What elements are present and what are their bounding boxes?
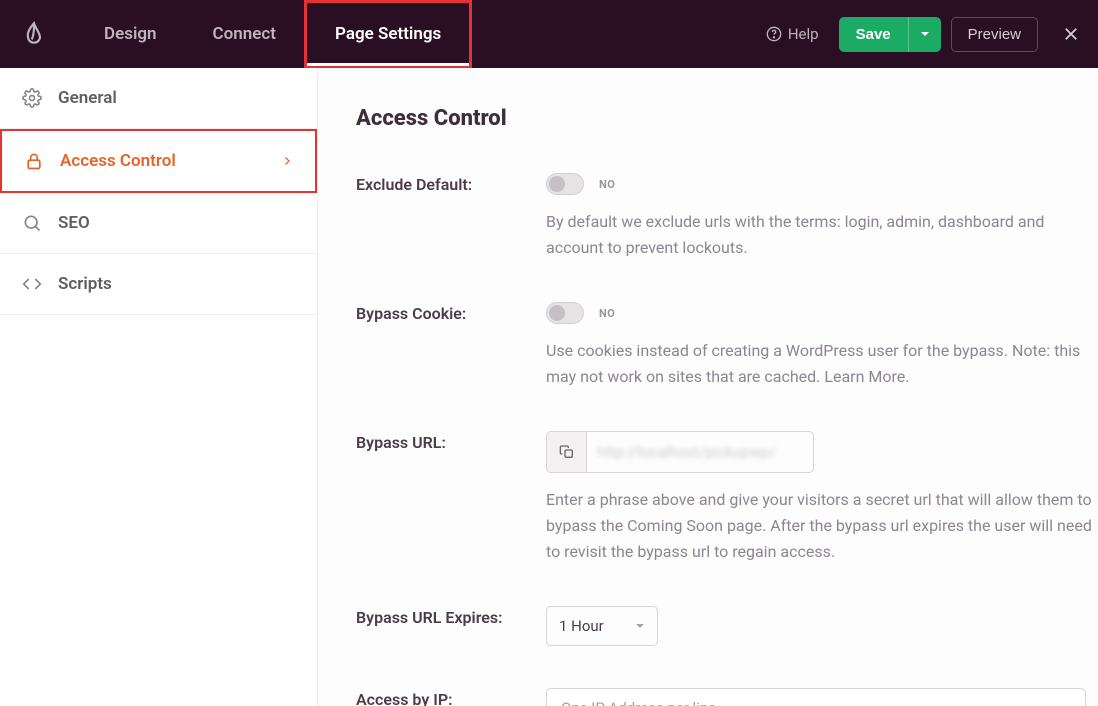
toggle-state-label: NO [599,307,615,320]
setting-bypass-cookie: Bypass Cookie: NO Use cookies instead of… [356,302,1098,389]
setting-label: Exclude Default: [356,173,546,260]
copy-url-button[interactable] [547,432,587,472]
code-icon [22,274,42,294]
help-link[interactable]: Help [766,25,819,43]
sidebar-item-label: Scripts [58,274,112,294]
sidebar-item-scripts[interactable]: Scripts [0,254,317,315]
helper-text: Enter a phrase above and give your visit… [546,487,1098,564]
caret-down-icon [635,621,645,631]
lock-icon [24,151,44,171]
setting-label: Bypass Cookie: [356,302,546,389]
nav-tab-design[interactable]: Design [76,0,185,68]
sidebar: General Access Control SEO [0,68,318,706]
access-ip-textarea[interactable] [546,688,1086,706]
top-right-actions: Help Save Preview [766,17,1086,52]
setting-label: Bypass URL: [356,431,546,564]
sidebar-item-label: General [58,88,117,108]
nav-tab-page-settings[interactable]: Page Settings [304,0,472,68]
setting-access-by-ip: Access by IP: [356,688,1098,706]
save-dropdown-button[interactable] [908,17,941,52]
layout: General Access Control SEO [0,68,1098,706]
setting-bypass-url: Bypass URL: http://localhost/pickupwp/ E… [356,431,1098,564]
sidebar-item-seo[interactable]: SEO [0,193,317,254]
helper-text: By default we exclude urls with the term… [546,209,1098,260]
bypass-expires-select[interactable]: 1 Hour [546,606,658,646]
setting-exclude-default: Exclude Default: NO By default we exclud… [356,173,1098,260]
nav-tab-connect[interactable]: Connect [185,0,304,68]
bypass-url-box: http://localhost/pickupwp/ [546,431,814,473]
nav-tabs: Design Connect Page Settings [76,0,472,68]
helper-text: Use cookies instead of creating a WordPr… [546,338,1098,389]
bypass-url-value: http://localhost/pickupwp/ [587,443,813,461]
setting-label: Access by IP: [356,688,546,706]
toggle-state-label: NO [599,178,615,191]
bypass-cookie-toggle[interactable] [546,302,584,324]
help-label: Help [788,25,819,43]
setting-label: Bypass URL Expires: [356,606,546,646]
select-value: 1 Hour [559,617,604,635]
exclude-default-toggle[interactable] [546,173,584,195]
preview-button[interactable]: Preview [951,17,1038,52]
setting-bypass-expires: Bypass URL Expires: 1 Hour [356,606,1098,646]
copy-icon [559,444,575,460]
save-button-group: Save [839,17,941,52]
top-bar: Design Connect Page Settings Help Save P… [0,0,1098,68]
search-icon [22,213,42,233]
chevron-right-icon [281,155,293,167]
sidebar-item-access-control[interactable]: Access Control [0,129,317,193]
app-logo [14,21,54,47]
help-icon [766,26,782,42]
gear-icon [22,88,42,108]
save-button[interactable]: Save [839,17,908,52]
sidebar-item-label: SEO [58,213,90,233]
main-panel: Access Control Exclude Default: NO By de… [318,68,1098,706]
close-button[interactable] [1056,19,1086,49]
close-icon [1062,25,1080,43]
sidebar-item-general[interactable]: General [0,68,317,129]
caret-down-icon [920,29,930,39]
sidebar-item-label: Access Control [60,151,176,171]
page-title: Access Control [356,106,1098,131]
